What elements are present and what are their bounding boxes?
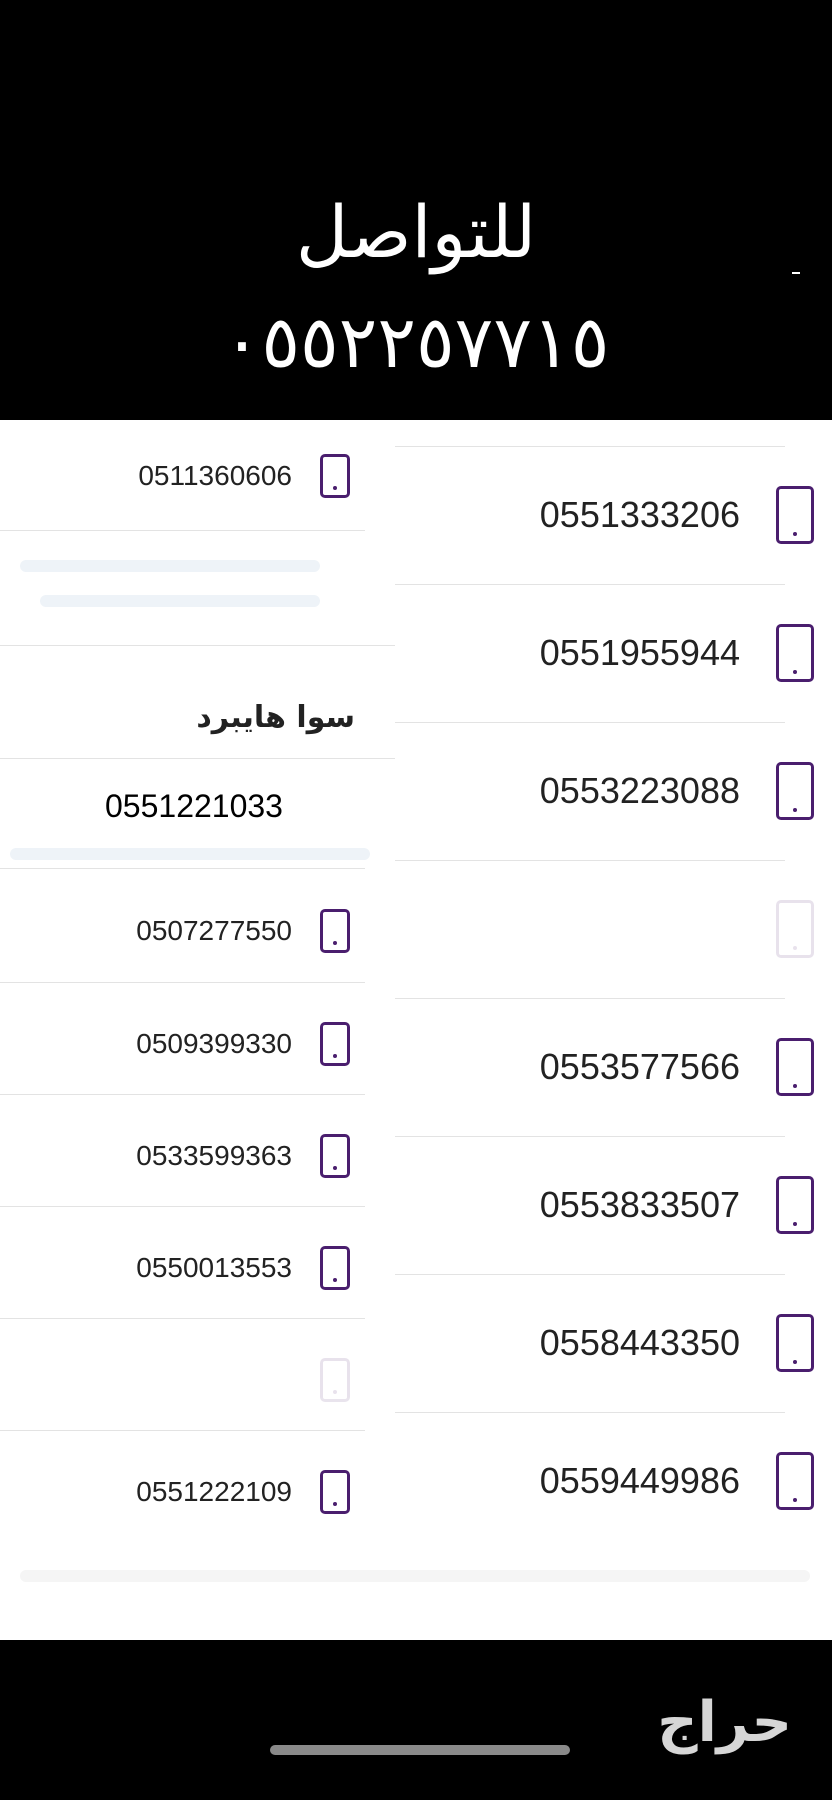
divider [0,982,365,983]
divider [0,1430,365,1431]
haraj-logo: حراج [657,1690,792,1755]
phone-icon [320,1470,350,1514]
phone-number: 0511360606 [138,460,292,491]
phone-icon [320,1358,350,1402]
section-title: سوا هايبرد [196,700,355,735]
phone-icon [776,486,814,544]
list-item[interactable]: 0553833507 [395,1136,832,1274]
phone-icon [320,1134,350,1178]
phone-number: 0550013553 [136,1252,292,1283]
phone-number: 0553223088 [539,770,740,811]
list-item[interactable]: 0553223088 [395,722,832,860]
list-item[interactable]: 0511360606 [0,420,395,532]
list-item[interactable]: 0551222109 [0,1436,395,1548]
phone-icon [776,624,814,682]
divider [0,530,365,531]
faded-row [20,1570,810,1582]
phone-icon [320,909,350,953]
phone-icon [776,1452,814,1510]
numbers-panel: 0511360606 سوا هايبرد 0551221033 0507277… [0,420,832,1640]
header-dash [792,272,800,274]
phone-icon [776,1314,814,1372]
phone-number: 0553577566 [539,1046,740,1087]
divider [0,868,365,869]
phone-number: 0509399330 [136,1028,292,1059]
faded-row [395,860,832,998]
left-column: 0511360606 سوا هايبرد 0551221033 0507277… [0,420,395,1640]
divider [0,758,395,759]
top-black-bar [0,0,832,160]
phone-number: 0551222109 [136,1476,292,1507]
divider [0,1206,365,1207]
divider [0,645,395,646]
phone-number: 0551333206 [539,494,740,535]
list-item[interactable]: 0509399330 [0,988,395,1100]
faded-row [20,560,320,572]
contact-header: للتواصل ٠٥٥٢٢٥٧٧١٥ [0,160,832,420]
phone-icon [776,1176,814,1234]
phone-number: 0553833507 [539,1184,740,1225]
list-item[interactable]: 0558443350 [395,1274,832,1412]
bottom-black-bar: حراج [0,1640,832,1800]
phone-icon [776,1038,814,1096]
divider [0,1318,365,1319]
list-item[interactable]: 0507277550 [0,875,395,987]
home-indicator[interactable] [270,1745,570,1755]
faded-row [10,848,370,860]
faded-row [40,595,320,607]
right-column: 0551333206 0551955944 0553223088 0553577… [395,420,832,1640]
phone-number: 0558443350 [539,1322,740,1363]
list-item[interactable]: 0533599363 [0,1100,395,1212]
phone-icon [320,454,350,498]
faded-row [0,1324,395,1436]
highlight-number[interactable]: 0551221033 [105,788,283,825]
phone-number: 0507277550 [136,915,292,946]
list-item[interactable]: 0550013553 [0,1212,395,1324]
phone-number: 0551955944 [539,632,740,673]
list-item[interactable]: 0551955944 [395,584,832,722]
phone-icon [776,900,814,958]
list-item[interactable]: 0553577566 [395,998,832,1136]
list-item[interactable]: 0559449986 [395,1412,832,1550]
divider [0,1094,365,1095]
phone-number: 0533599363 [136,1140,292,1171]
contact-phone: ٠٥٥٢٢٥٧٧١٥ [222,300,610,384]
phone-icon [776,762,814,820]
phone-icon [320,1022,350,1066]
list-item[interactable]: 0551333206 [395,446,832,584]
phone-number: 0559449986 [539,1460,740,1501]
phone-icon [320,1246,350,1290]
contact-title: للتواصل [295,190,537,274]
